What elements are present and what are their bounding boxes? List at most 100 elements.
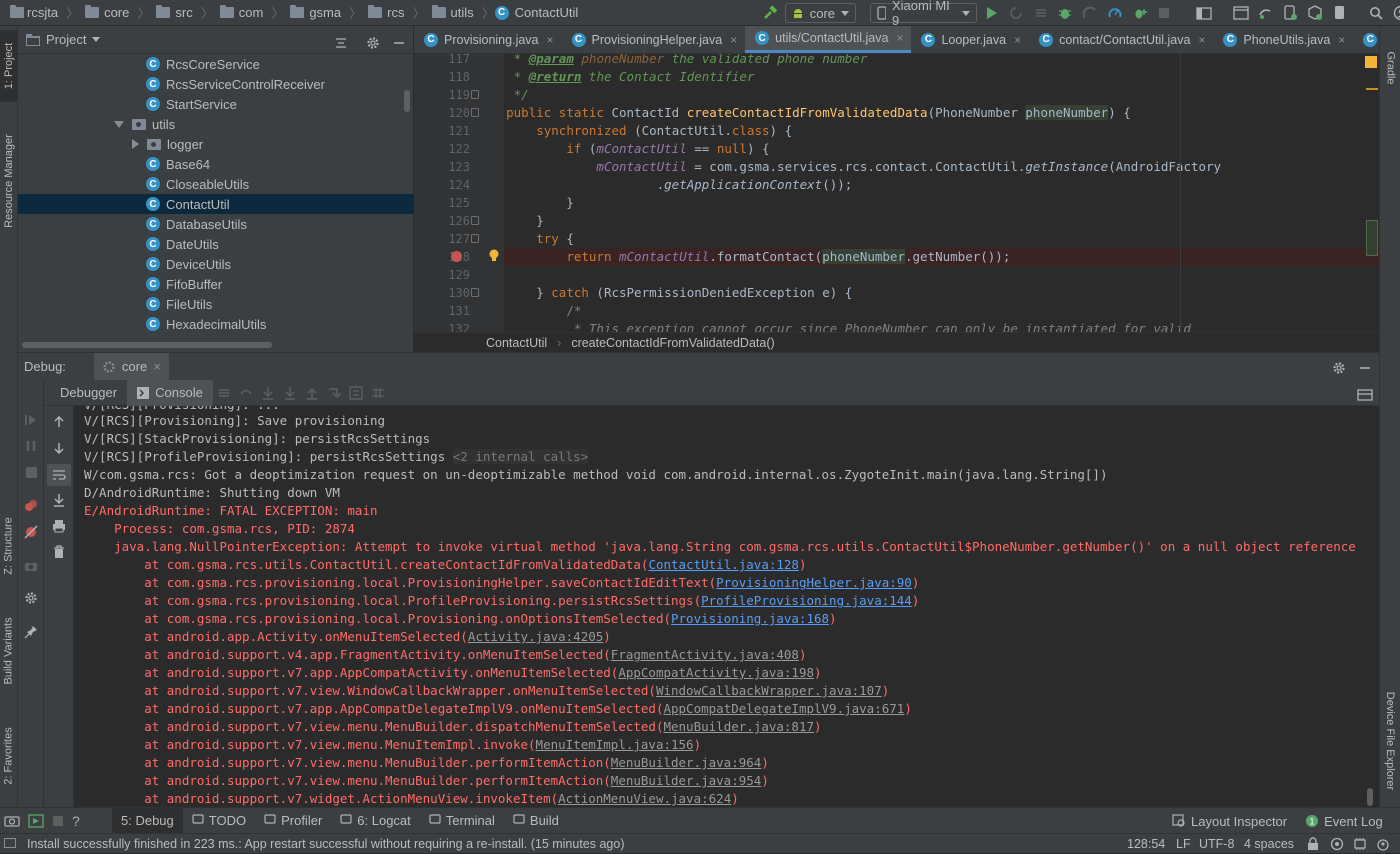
run-icon[interactable] (981, 2, 1002, 24)
debug-settings-gear-icon[interactable] (1328, 357, 1350, 379)
breadcrumb-item[interactable]: src 〉 (150, 3, 214, 22)
tree-item[interactable]: C RcsCoreService (18, 54, 414, 74)
stack-trace-link[interactable]: WindowCallbackWrapper.java:107 (656, 683, 882, 698)
code-line[interactable]: } (476, 212, 544, 230)
step-over-icon[interactable] (235, 382, 257, 404)
apply-code-changes-icon[interactable] (1030, 2, 1051, 24)
scroll-to-end-icon[interactable] (49, 490, 69, 510)
stack-trace-link[interactable]: FragmentActivity.java:408 (611, 647, 799, 662)
pin-icon[interactable] (21, 622, 41, 642)
arrow-down-icon[interactable] (49, 438, 69, 458)
tree-item[interactable]: C RcsServiceControlReceiver (18, 74, 414, 94)
code-line[interactable]: if (mContactUtil == null) { (476, 140, 769, 158)
stack-trace-link[interactable]: Activity.java:4205 (468, 629, 603, 644)
stack-trace-link[interactable]: ActionMenuView.java:624 (558, 791, 731, 806)
code-line[interactable]: * This exception cannot occur since Phon… (476, 320, 1191, 332)
editor-tab[interactable]: C Looper.java × (911, 26, 1029, 53)
stack-trace-link[interactable]: ContactUtil.java:128 (648, 557, 799, 572)
lock-icon[interactable] (1307, 837, 1319, 854)
attach-debugger-icon[interactable] (1129, 2, 1150, 24)
editor-tab[interactable]: C Provisioning.java × (414, 26, 562, 53)
camera-icon[interactable] (21, 556, 41, 576)
device-manager-icon[interactable] (1329, 2, 1350, 24)
breadcrumb-item[interactable]: gsma 〉 (284, 3, 362, 22)
bottom-tab[interactable]: Build (504, 808, 568, 834)
arrow-up-icon[interactable] (49, 412, 69, 432)
status-window-icon[interactable] (4, 838, 16, 848)
code-line[interactable]: return mContactUtil.formatContact(phoneN… (476, 248, 1010, 266)
sdk-manager-icon[interactable] (1305, 2, 1326, 24)
debug-session-tab[interactable]: core × (93, 352, 169, 381)
internal-calls-badge[interactable]: <2 internal calls> (452, 449, 589, 464)
print-icon[interactable] (49, 516, 69, 536)
editor-tab[interactable]: C PhoneUtils.java × (1213, 26, 1353, 53)
stack-trace-link[interactable]: AppCompatActivity.java:198 (618, 665, 814, 680)
code-line[interactable]: try { (476, 230, 574, 248)
breadcrumb-item[interactable]: C ContactUtil (494, 5, 578, 20)
stop-icon[interactable] (52, 815, 64, 827)
tree-item[interactable]: C FifoBuffer (18, 274, 414, 294)
collapse-arrow-icon[interactable] (132, 139, 139, 149)
step-into-icon[interactable] (257, 382, 279, 404)
tree-item[interactable]: utils (18, 114, 414, 134)
event-log-button[interactable]: 1 Event Log (1305, 808, 1383, 834)
code-line[interactable]: public static ContactId createContactIdF… (476, 104, 1131, 122)
breadcrumb-item[interactable]: rcs 〉 (362, 3, 426, 22)
error-stripe-marker[interactable] (1366, 88, 1378, 90)
tree-item[interactable]: C CloseableUtils (18, 174, 414, 194)
breadcrumb-item[interactable]: rcsjta 〉 (4, 3, 79, 22)
drop-frame-icon[interactable] (323, 382, 345, 404)
breadcrumb-item[interactable]: utils 〉 (426, 3, 495, 22)
code-line[interactable]: .getApplicationContext()); (476, 176, 853, 194)
collapse-all-icon[interactable] (330, 32, 352, 54)
layout-inspector-button[interactable]: Layout Inspector (1172, 808, 1287, 834)
evaluate-expression-icon[interactable] (345, 382, 367, 404)
tab-debugger[interactable]: Debugger (50, 380, 127, 406)
hammer-build-icon[interactable] (760, 2, 781, 24)
code-line[interactable]: mContactUtil = com.gsma.services.rcs.con… (476, 158, 1221, 176)
close-icon[interactable]: × (547, 33, 554, 47)
resume-icon[interactable] (21, 410, 41, 430)
stack-trace-link[interactable]: Provisioning.java:168 (671, 611, 829, 626)
tool-tab-resource-manager[interactable]: Resource Manager (0, 121, 18, 241)
tool-tab-structure[interactable]: Z: Structure (0, 506, 18, 586)
expand-arrow-icon[interactable] (114, 120, 124, 128)
code-line[interactable]: */ (476, 86, 529, 104)
search-icon[interactable] (1366, 2, 1387, 24)
stack-trace-link[interactable]: MenuBuilder.java:964 (611, 755, 762, 770)
project-view-dropdown[interactable] (92, 29, 101, 50)
editor-tab[interactable]: CS (1353, 26, 1379, 53)
code-line[interactable]: * @param phoneNumber the validated phone… (476, 54, 868, 68)
step-out-icon[interactable] (301, 382, 323, 404)
tab-console[interactable]: Console (127, 379, 213, 406)
soft-wrap-icon[interactable] (47, 464, 71, 486)
apply-changes-icon[interactable] (1005, 2, 1026, 24)
editor-tab[interactable]: C ProvisioningHelper.java × (562, 26, 746, 53)
code-line[interactable]: /* (476, 302, 581, 320)
bottom-tab[interactable]: Terminal (420, 808, 504, 834)
stack-trace-link[interactable]: AppCompatDelegateImplV9.java:671 (663, 701, 904, 716)
profiler-gauge-icon[interactable] (1104, 2, 1125, 24)
mute-breakpoints-icon[interactable] (21, 522, 41, 542)
avd-manager-icon[interactable] (1280, 2, 1301, 24)
minimize-icon[interactable] (1354, 357, 1376, 379)
tree-item[interactable]: logger (18, 134, 414, 154)
code-line[interactable]: } catch (RcsPermissionDeniedException e)… (476, 284, 852, 302)
settings-gear-icon[interactable] (21, 588, 41, 608)
inspector-icon[interactable] (1330, 837, 1344, 854)
close-icon[interactable]: × (1338, 33, 1345, 47)
tree-item[interactable]: C ContactUtil (18, 194, 414, 214)
tool-tab-build-variants[interactable]: Build Variants (0, 606, 18, 696)
close-icon[interactable]: × (1198, 33, 1205, 47)
help-icon[interactable]: ? (72, 813, 80, 829)
stack-trace-link[interactable]: MenuBuilder.java:954 (611, 773, 762, 788)
breadcrumb-method[interactable]: createContactIdFromValidatedData() (571, 336, 774, 350)
tool-tab-favorites[interactable]: 2: Favorites (0, 716, 18, 796)
line-separator[interactable]: LF (1176, 837, 1191, 851)
tree-item[interactable]: C Base64 (18, 154, 414, 174)
debug-icon[interactable] (1055, 2, 1076, 24)
close-icon[interactable]: × (896, 31, 903, 45)
editor-tab[interactable]: Ccontact/ContactUtil.java × (1029, 26, 1213, 53)
tool-tab-project[interactable]: 1: Project (0, 30, 18, 102)
editor-scroll-thumb[interactable] (1366, 220, 1378, 256)
